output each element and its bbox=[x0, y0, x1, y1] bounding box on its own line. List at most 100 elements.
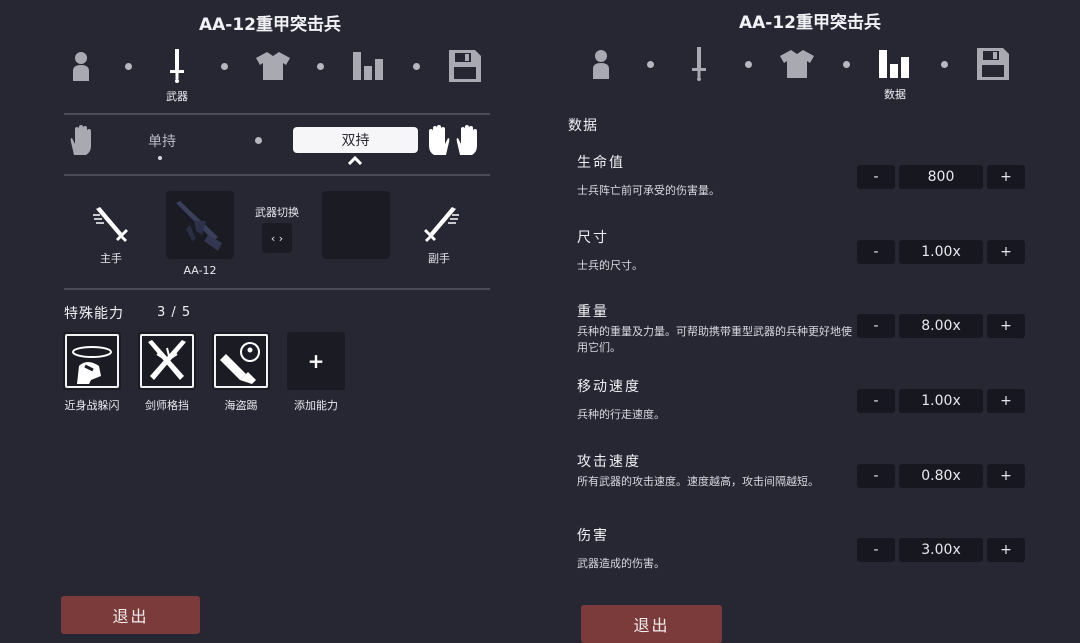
abilities-count: 3 / 5 bbox=[157, 305, 192, 320]
decrease-button[interactable]: - bbox=[857, 314, 895, 338]
add-ability-label: 添加能力 bbox=[294, 399, 338, 412]
save-tab[interactable] bbox=[445, 46, 485, 86]
active-tab-label: 数据 bbox=[884, 88, 906, 101]
exit-button[interactable]: 退出 bbox=[581, 605, 722, 643]
stat-value: 0.80x bbox=[899, 464, 983, 488]
editor-nav bbox=[540, 44, 1080, 84]
increase-button[interactable]: + bbox=[987, 464, 1025, 488]
section-title: 数据 bbox=[568, 118, 598, 134]
nav-separator-dot bbox=[125, 63, 132, 70]
increase-button[interactable]: + bbox=[987, 538, 1025, 562]
divider bbox=[64, 288, 490, 290]
shirt-icon bbox=[780, 50, 814, 78]
save-tab[interactable] bbox=[973, 44, 1013, 84]
unit-editor-stats-panel: AA-12重甲突击兵 数据 数据 生命值 士兵阵亡前可承受的伤害量。 - 800… bbox=[540, 0, 1080, 643]
stat-name: 伤害 bbox=[577, 528, 609, 544]
exit-button[interactable]: 退出 bbox=[61, 596, 200, 634]
unit-title: AA-12重甲突击兵 bbox=[198, 15, 342, 35]
abilities-title: 特殊能力 bbox=[64, 306, 124, 322]
weapon-tab[interactable] bbox=[679, 44, 719, 84]
add-ability-button[interactable]: + bbox=[287, 332, 345, 390]
ability-label: 海盗踢 bbox=[224, 399, 258, 412]
stat-description: 兵种的重量及力量。可帮助携带重型武器的兵种更好地使用它们。 bbox=[577, 325, 852, 354]
stat-value: 1.00x bbox=[899, 240, 983, 264]
stat-description: 所有武器的攻击速度。速度越高，攻击间隔越短。 bbox=[577, 475, 819, 488]
floppy-disk-icon bbox=[449, 50, 481, 82]
ability-pirate-kick[interactable] bbox=[212, 332, 270, 390]
divider bbox=[64, 174, 490, 176]
ability-label: 近身战躲闪 bbox=[64, 399, 120, 412]
ability-parry[interactable] bbox=[138, 332, 196, 390]
weapon-name: AA-12 bbox=[183, 264, 217, 277]
stats-tab[interactable] bbox=[875, 44, 915, 84]
active-tab-label: 武器 bbox=[166, 90, 188, 103]
editor-nav bbox=[0, 46, 540, 86]
increase-button[interactable]: + bbox=[987, 240, 1025, 264]
divider bbox=[64, 113, 490, 115]
ability-dodge[interactable] bbox=[63, 332, 121, 390]
off-hand-weapon-slot[interactable] bbox=[322, 191, 390, 259]
stat-name: 尺寸 bbox=[577, 230, 609, 246]
nav-separator-dot bbox=[413, 63, 420, 70]
nav-separator-dot bbox=[647, 61, 654, 68]
increase-button[interactable]: + bbox=[987, 389, 1025, 413]
shirt-icon bbox=[256, 52, 290, 80]
decrease-button[interactable]: - bbox=[857, 165, 895, 189]
bar-chart-icon bbox=[353, 52, 383, 80]
weapon-tab[interactable] bbox=[157, 46, 197, 86]
off-hand-sword-icon[interactable] bbox=[422, 205, 460, 245]
ability-label: 剑师格挡 bbox=[145, 399, 189, 412]
stat-description: 武器造成的伤害。 bbox=[577, 557, 665, 570]
stat-description: 兵种的行走速度。 bbox=[577, 408, 665, 421]
shotgun-icon bbox=[176, 201, 222, 251]
grip-single-option[interactable]: 单持 bbox=[132, 131, 192, 151]
stat-name: 攻击速度 bbox=[577, 454, 641, 470]
main-hand-label: 主手 bbox=[100, 252, 122, 265]
stat-description: 士兵的尺寸。 bbox=[577, 259, 643, 272]
sword-icon bbox=[170, 49, 184, 83]
sword-icon bbox=[692, 47, 706, 81]
separator-dot bbox=[255, 137, 262, 144]
grip-dual-option[interactable]: 双持 bbox=[293, 127, 418, 153]
weapon-swap-label: 武器切换 bbox=[255, 206, 299, 219]
main-hand-sword-icon[interactable] bbox=[92, 205, 130, 245]
stats-tab[interactable] bbox=[349, 46, 389, 86]
decrease-button[interactable]: - bbox=[857, 240, 895, 264]
nav-separator-dot bbox=[745, 61, 752, 68]
nav-separator-dot bbox=[221, 63, 228, 70]
unit-body-tab[interactable] bbox=[61, 46, 101, 86]
clothing-tab[interactable] bbox=[253, 46, 293, 86]
unit-title: AA-12重甲突击兵 bbox=[738, 13, 882, 33]
nav-separator-dot bbox=[843, 61, 850, 68]
single-hand-icon bbox=[70, 125, 91, 155]
decrease-button[interactable]: - bbox=[857, 538, 895, 562]
main-weapon-slot[interactable] bbox=[166, 191, 234, 259]
bar-chart-icon bbox=[879, 50, 909, 78]
weapon-swap-button[interactable]: ‹ › bbox=[262, 223, 292, 253]
person-icon bbox=[593, 50, 609, 79]
selection-indicator bbox=[158, 156, 162, 160]
stat-name: 生命值 bbox=[577, 155, 625, 171]
crossed-swords-icon bbox=[148, 340, 186, 380]
stat-description: 士兵阵亡前可承受的伤害量。 bbox=[577, 184, 720, 197]
plus-icon: + bbox=[307, 349, 325, 373]
two-hands-icon bbox=[429, 125, 477, 155]
stat-value: 8.00x bbox=[899, 314, 983, 338]
increase-button[interactable]: + bbox=[987, 165, 1025, 189]
nav-separator-dot bbox=[941, 61, 948, 68]
unit-body-tab[interactable] bbox=[581, 44, 621, 84]
floppy-disk-icon bbox=[977, 48, 1009, 80]
decrease-button[interactable]: - bbox=[857, 464, 895, 488]
decrease-button[interactable]: - bbox=[857, 389, 895, 413]
chevron-up-icon bbox=[348, 155, 362, 165]
stat-value: 3.00x bbox=[899, 538, 983, 562]
nav-separator-dot bbox=[317, 63, 324, 70]
off-hand-label: 副手 bbox=[428, 252, 450, 265]
stat-name: 重量 bbox=[577, 304, 609, 320]
clothing-tab[interactable] bbox=[777, 44, 817, 84]
pirate-kick-icon bbox=[220, 342, 260, 384]
stat-name: 移动速度 bbox=[577, 379, 641, 395]
unit-editor-weapons-panel: AA-12重甲突击兵 武器 单持 双持 主手 AA-12 武器切换 ‹ › 副手… bbox=[0, 0, 540, 643]
stat-value: 1.00x bbox=[899, 389, 983, 413]
increase-button[interactable]: + bbox=[987, 314, 1025, 338]
